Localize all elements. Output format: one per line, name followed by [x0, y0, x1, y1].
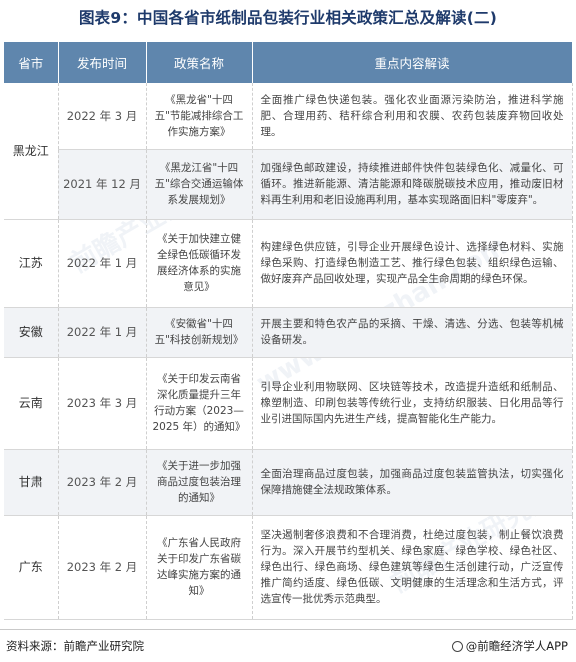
policy-name-cell: 《安徽省"十四五"科技创新规划》	[146, 307, 253, 358]
province-cell: 安徽	[4, 307, 59, 358]
policy-name-cell: 《广东省人民政府关于印发广东省碳达峰实施方案的通知》	[146, 515, 253, 620]
key-points-cell: 坚决遏制奢侈浪费和不合理消费，杜绝过度包装，制止餐饮浪费行为。深入开展节约型机关…	[252, 515, 573, 620]
table-header-row: 省市 发布时间 政策名称 重点内容解读	[4, 42, 573, 83]
column-header-points: 重点内容解读	[252, 42, 573, 83]
date-cell: 2022 年 3 月	[58, 83, 147, 150]
source-note: 资料来源：前瞻产业研究院	[6, 639, 144, 653]
table-row: 2021 年 12 月 《黑龙江省"十四五"综合交通运输体系发展规划》 加强绿色…	[4, 149, 573, 220]
column-header-province: 省市	[4, 42, 59, 83]
date-cell: 2022 年 1 月	[58, 307, 147, 358]
policy-name-cell: 《黑龙江省"十四五"综合交通运输体系发展规划》	[146, 149, 253, 220]
policy-name-cell: 《关于印发云南省深化质量提升三年行动方案（2023—2025 年）的通知》	[146, 357, 253, 450]
province-cell: 甘肃	[4, 449, 59, 516]
date-cell: 2023 年 2 月	[58, 449, 147, 516]
key-points-cell: 开展主要和特色农产品的采摘、干燥、清选、分选、包装等机械设备研发。	[252, 307, 573, 358]
brand-credit: @前瞻经济学人APP	[451, 638, 568, 654]
page-title: 图表9：中国各省市纸制品包装行业相关政策汇总及解读(二)	[78, 9, 498, 27]
policy-table: 省市 发布时间 政策名称 重点内容解读 黑龙江 2022 年 3 月 《黑龙省"…	[4, 42, 573, 620]
table-row: 江苏 2022 年 1 月 《关于加快建立健全绿色低碳循环发展经济体系的实施意见…	[4, 219, 573, 308]
brand-label: @前瞻经济学人APP	[465, 639, 568, 653]
policy-name-cell: 《黑龙省"十四五"节能减排综合工作实施方案》	[146, 83, 253, 150]
date-cell: 2021 年 12 月	[58, 149, 147, 220]
column-header-policy: 政策名称	[146, 42, 253, 83]
key-points-cell: 引导企业利用物联网、区块链等技术，改造提升造纸和纸制品、橡塑制造、印刷包装等传统…	[252, 357, 573, 450]
province-cell: 广东	[4, 515, 59, 620]
key-points-cell: 构建绿色供应链，引导企业开展绿色设计、选择绿色材料、实施绿色采购、打造绿色制造工…	[252, 219, 573, 308]
date-cell: 2023 年 3 月	[58, 357, 147, 450]
province-cell: 云南	[4, 357, 59, 450]
table-row: 广东 2023 年 2 月 《广东省人民政府关于印发广东省碳达峰实施方案的通知》…	[4, 515, 573, 620]
key-points-cell: 全面推广绿色快递包装。强化农业面源污染防治，推进科学施肥、合理用药、秸秆综合利用…	[252, 83, 573, 150]
date-cell: 2022 年 1 月	[58, 219, 147, 308]
province-cell: 黑龙江	[4, 83, 59, 220]
brand-logo-icon	[451, 641, 463, 652]
key-points-cell: 加强绿色邮政建设，持续推进邮件快件包装绿色化、减量化、可循环。推进新能源、清洁能…	[252, 149, 573, 220]
footer: 资料来源：前瞻产业研究院 @前瞻经济学人APP	[0, 629, 576, 662]
policy-name-cell: 《关于加快建立健全绿色低碳循环发展经济体系的实施意见》	[146, 219, 253, 308]
table-row: 甘肃 2023 年 2 月 《关于进一步加强商品过度包装治理的通知》 全面治理商…	[4, 449, 573, 516]
policy-name-cell: 《关于进一步加强商品过度包装治理的通知》	[146, 449, 253, 516]
table-row: 安徽 2022 年 1 月 《安徽省"十四五"科技创新规划》 开展主要和特色农产…	[4, 307, 573, 358]
key-points-cell: 全面治理商品过度包装，加强商品过度包装监管执法，切实强化保障措施健全法规政策体系…	[252, 449, 573, 516]
province-cell: 江苏	[4, 219, 59, 308]
column-header-date: 发布时间	[58, 42, 147, 83]
table-row: 云南 2023 年 3 月 《关于印发云南省深化质量提升三年行动方案（2023—…	[4, 357, 573, 450]
date-cell: 2023 年 2 月	[58, 515, 147, 620]
table-row: 黑龙江 2022 年 3 月 《黑龙省"十四五"节能减排综合工作实施方案》 全面…	[4, 83, 573, 220]
